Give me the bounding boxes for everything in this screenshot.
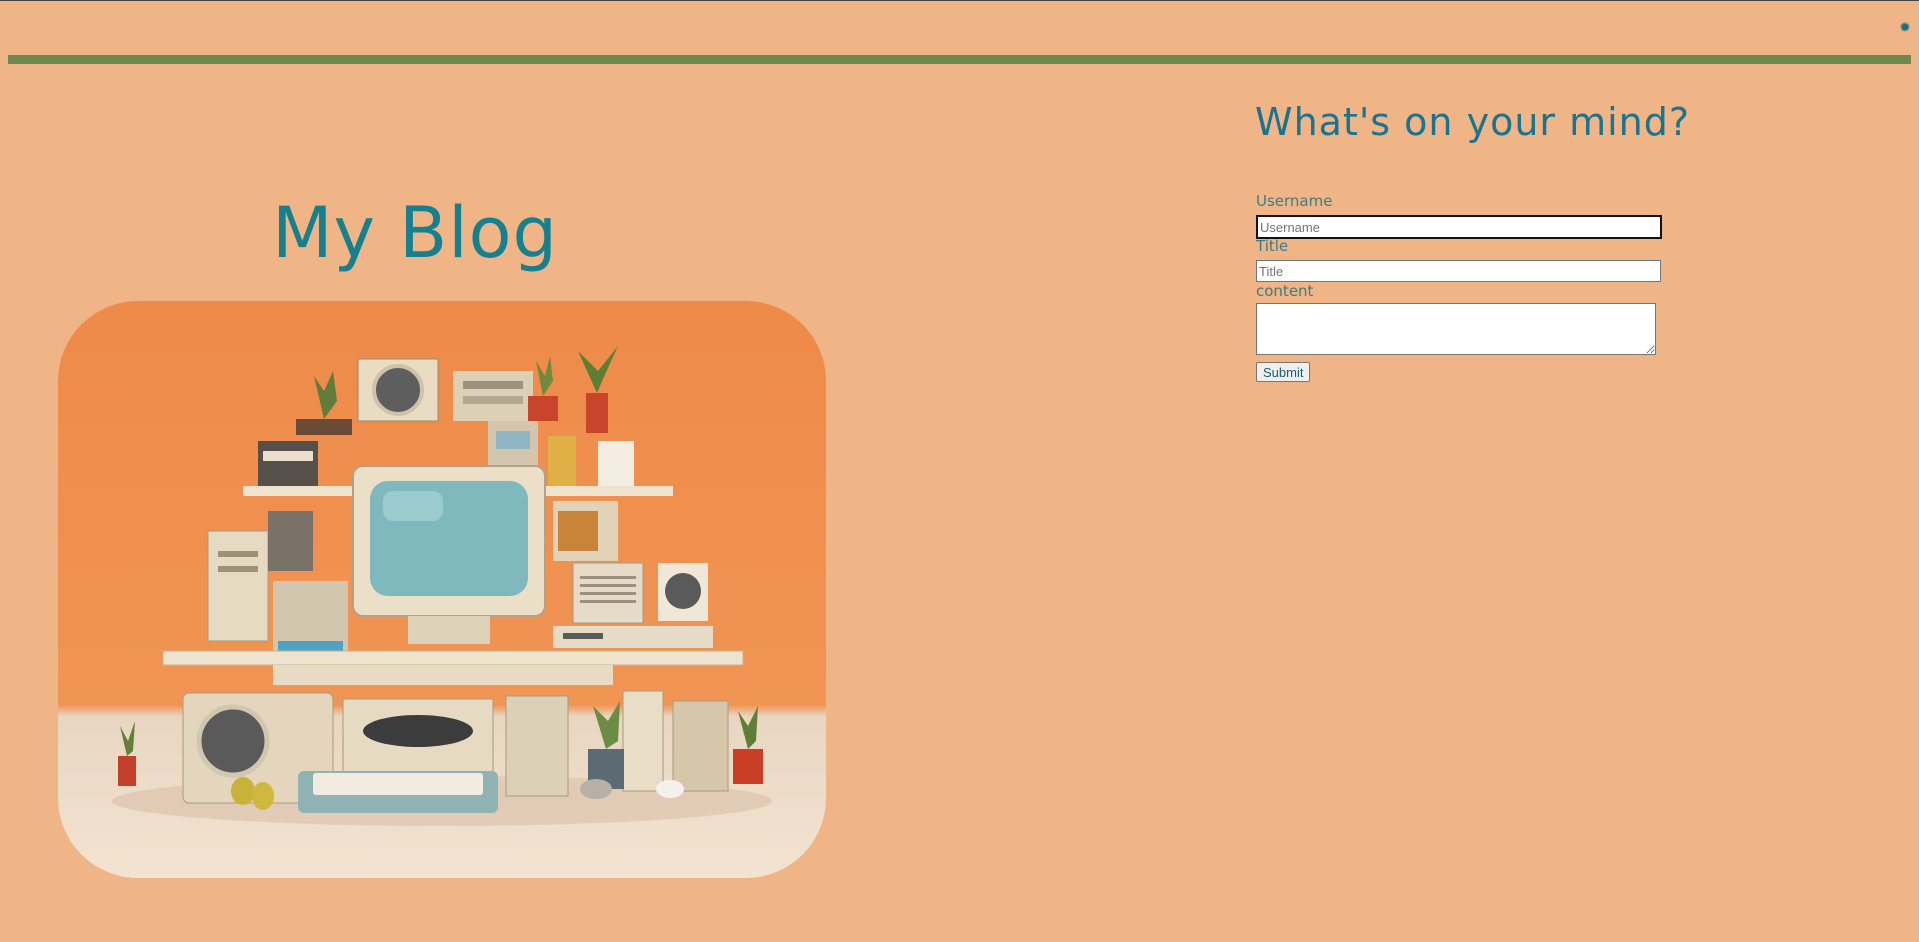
blog-title: My Blog <box>272 192 558 274</box>
content-label: content <box>1256 282 1314 300</box>
content-textarea[interactable] <box>1256 303 1656 355</box>
username-label: Username <box>1256 192 1333 210</box>
username-input[interactable] <box>1256 215 1662 239</box>
form-heading: What's on your mind? <box>1255 100 1691 144</box>
title-input[interactable] <box>1256 260 1661 282</box>
retro-computer-illustration <box>112 346 772 826</box>
title-label: Title <box>1256 237 1289 255</box>
top-border <box>0 0 1919 1</box>
submit-button[interactable]: Submit <box>1256 362 1311 382</box>
hero-image <box>58 301 826 878</box>
sun-icon[interactable]: ✹ <box>1896 19 1914 37</box>
header-divider-bar <box>8 55 1911 64</box>
